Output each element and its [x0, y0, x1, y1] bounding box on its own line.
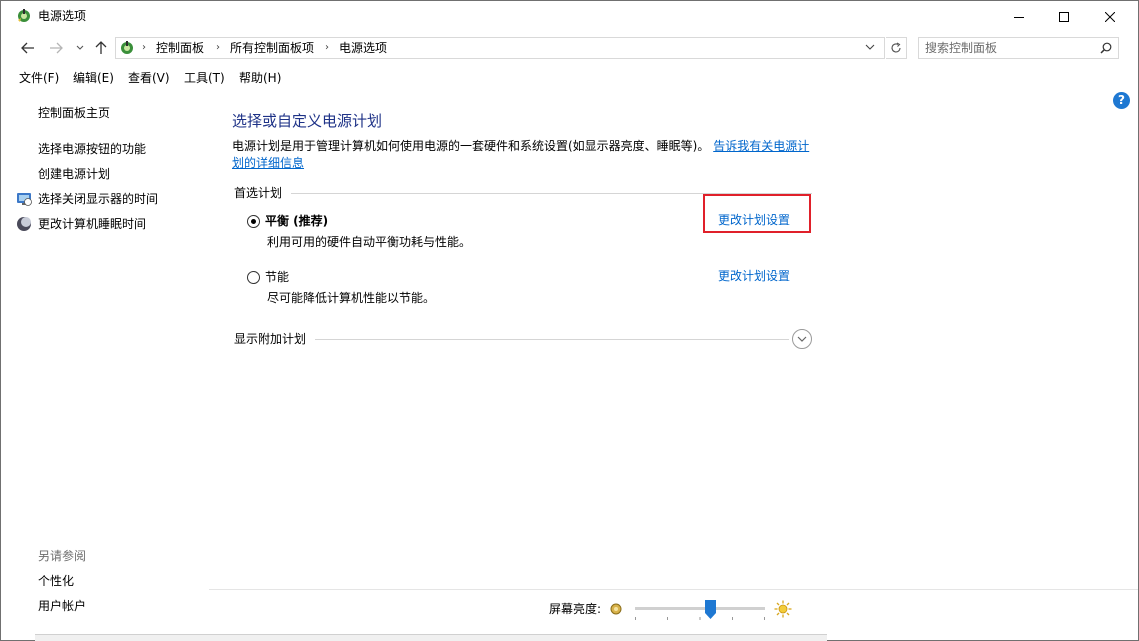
navigation-bar: › 控制面板 › 所有控制面板项 › 电源选项 — [1, 33, 1138, 63]
up-button[interactable] — [92, 39, 110, 57]
address-bar[interactable]: › 控制面板 › 所有控制面板项 › 电源选项 — [115, 37, 885, 59]
dim-brightness-icon — [610, 603, 622, 615]
control-panel-icon — [121, 41, 133, 54]
expand-additional-plans-button[interactable] — [792, 329, 812, 349]
create-plan-link[interactable]: 创建电源计划 — [38, 166, 110, 182]
bright-sun-icon — [774, 600, 792, 618]
menu-view[interactable]: 查看(V) — [128, 70, 170, 86]
menu-edit[interactable]: 编辑(E) — [73, 70, 114, 86]
plan-balanced-radio[interactable] — [247, 215, 260, 228]
control-panel-home-link[interactable]: 控制面板主页 — [38, 105, 110, 121]
sleep-moon-icon — [17, 217, 31, 231]
main-content: ? 选择或自定义电源计划 电源计划是用于管理计算机如何使用电源的一套硬件和系统设… — [209, 91, 1138, 589]
power-buttons-link[interactable]: 选择电源按钮的功能 — [38, 141, 146, 157]
display-timer-icon — [17, 193, 32, 206]
chevron-down-icon — [797, 336, 807, 342]
plan-balanced-description: 利用可用的硬件自动平衡功耗与性能。 — [267, 235, 472, 249]
breadcrumb-power-options[interactable]: 电源选项 — [339, 41, 387, 55]
back-button[interactable] — [19, 39, 37, 57]
group-divider — [315, 339, 789, 340]
title-bar: 电源选项 — [1, 1, 1138, 32]
back-arrow-icon — [21, 42, 34, 54]
power-options-window: 电源选项 › 控制面板 › 所有控制面板项 › 电源选项 搜索控制面板 文件(F… — [0, 0, 1139, 641]
maximize-button[interactable] — [1041, 1, 1087, 32]
breadcrumb-separator-icon: › — [325, 42, 329, 53]
brightness-slider-track[interactable] — [635, 607, 765, 610]
close-icon — [1105, 11, 1115, 22]
help-icon[interactable]: ? — [1113, 92, 1130, 109]
chevron-down-icon — [76, 45, 84, 50]
bottom-divider — [209, 589, 1138, 590]
left-pane: 控制面板主页 选择电源按钮的功能 创建电源计划 选择关闭显示器的时间 更改计算机… — [1, 91, 209, 640]
refresh-button[interactable] — [886, 37, 907, 59]
plan-power-saver-radio[interactable] — [247, 271, 260, 284]
breadcrumb-control-panel[interactable]: 控制面板 — [156, 41, 204, 55]
highlight-annotation-box — [703, 194, 811, 233]
forward-arrow-icon — [50, 42, 63, 54]
recent-locations-button[interactable] — [73, 39, 87, 57]
forward-button[interactable] — [47, 39, 65, 57]
brightness-slider-thumb[interactable] — [704, 600, 716, 619]
show-additional-plans-label[interactable]: 显示附加计划 — [234, 331, 306, 347]
window-title: 电源选项 — [38, 9, 87, 23]
menu-tools[interactable]: 工具(T) — [184, 70, 225, 86]
minimize-icon — [1014, 16, 1024, 18]
screen-brightness-label: 屏幕亮度: — [549, 602, 602, 616]
breadcrumb-separator-icon: › — [216, 42, 220, 53]
breadcrumb-all-items[interactable]: 所有控制面板项 — [230, 41, 314, 55]
plan-power-saver: 节能 尽可能降低计算机性能以节能。 — [247, 269, 787, 309]
description-text: 电源计划是用于管理计算机如何使用电源的一套硬件和系统设置(如显示器亮度、睡眠等)… — [232, 139, 710, 153]
search-box[interactable] — [918, 37, 1119, 59]
display-off-time-link[interactable]: 选择关闭显示器的时间 — [38, 191, 158, 207]
plan-power-saver-description: 尽可能降低计算机性能以节能。 — [267, 291, 436, 305]
preferred-plans-label: 首选计划 — [234, 186, 283, 200]
power-options-icon — [18, 9, 30, 22]
page-title: 选择或自定义电源计划 — [232, 112, 383, 130]
plan-power-saver-name[interactable]: 节能 — [265, 269, 289, 285]
plan-power-saver-change-settings-link[interactable]: 更改计划设置 — [718, 268, 790, 284]
sleep-time-link[interactable]: 更改计算机睡眠时间 — [38, 216, 146, 232]
user-accounts-link[interactable]: 用户帐户 — [38, 598, 86, 614]
address-dropdown-button[interactable] — [865, 40, 875, 54]
plan-balanced-name[interactable]: 平衡 (推荐) — [265, 213, 328, 229]
search-icon[interactable] — [1100, 42, 1112, 54]
chevron-down-icon — [865, 44, 875, 50]
menu-bar: 文件(F) 编辑(E) 查看(V) 工具(T) 帮助(H) — [1, 67, 1138, 89]
refresh-icon — [891, 42, 901, 53]
window-bottom-edge — [35, 634, 827, 641]
menu-help[interactable]: 帮助(H) — [239, 70, 281, 86]
maximize-icon — [1059, 11, 1069, 22]
breadcrumb-separator-icon: › — [142, 42, 146, 53]
page-description: 电源计划是用于管理计算机如何使用电源的一套硬件和系统设置(如显示器亮度、睡眠等)… — [232, 138, 812, 172]
menu-file[interactable]: 文件(F) — [19, 70, 59, 86]
personalization-link[interactable]: 个性化 — [38, 573, 74, 589]
brightness-slider-ticks — [635, 617, 765, 620]
up-arrow-icon — [95, 41, 107, 54]
see-also-heading: 另请参阅 — [38, 549, 87, 563]
search-input[interactable] — [925, 40, 1090, 56]
close-button[interactable] — [1087, 1, 1133, 32]
minimize-button[interactable] — [996, 1, 1042, 32]
